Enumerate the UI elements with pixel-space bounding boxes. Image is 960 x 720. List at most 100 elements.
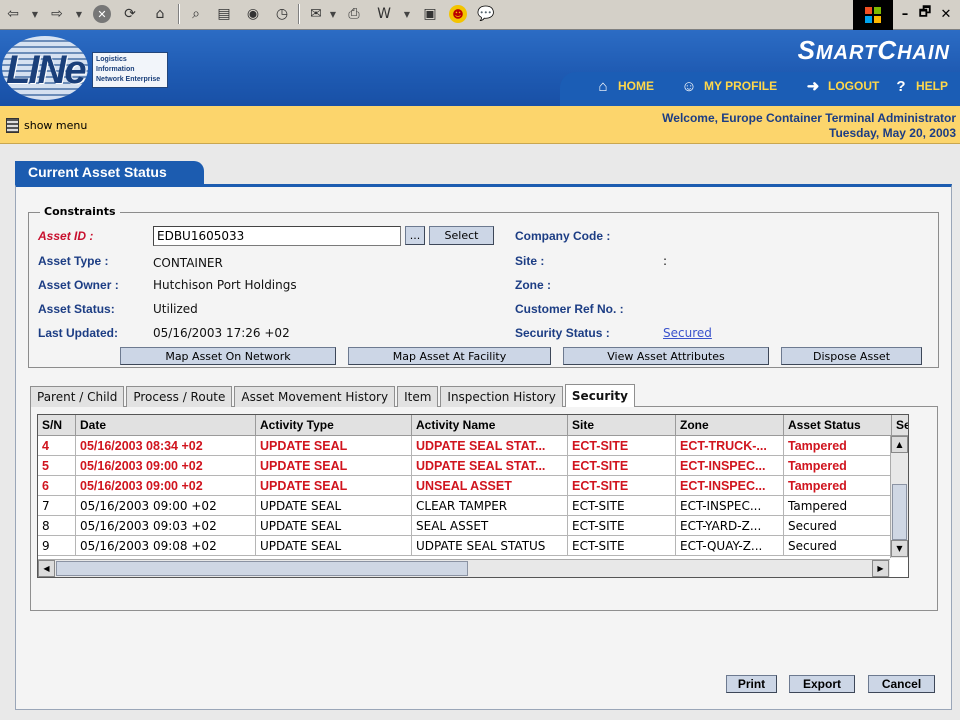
cell-activity-name: UDPATE SEAL STATUS <box>412 536 568 556</box>
logo-tagline: Logistics Information Network Enterprise <box>92 52 168 88</box>
asset-type-value: CONTAINER <box>153 256 223 270</box>
dispose-asset-button[interactable]: Dispose Asset <box>781 347 922 365</box>
restore-button[interactable]: 🗗 <box>915 4 935 24</box>
logout-icon: ➜ <box>806 78 820 95</box>
customer-ref-label: Customer Ref No. : <box>515 302 624 316</box>
horizontal-scrollbar[interactable]: ◀ ▶ <box>38 559 890 577</box>
column-header-site[interactable]: Site <box>568 415 676 436</box>
nav-logout[interactable]: ➜ LOGOUT <box>804 76 880 96</box>
asset-lookup-button[interactable]: ... <box>405 226 425 245</box>
horizontal-scroll-thumb[interactable] <box>56 561 468 576</box>
cell-sn: 9 <box>38 536 76 556</box>
nav-logout-label: LOGOUT <box>828 79 880 93</box>
table-row[interactable]: 6 05/16/2003 09:00 +02 UPDATE SEAL UNSEA… <box>38 476 892 496</box>
search-icon[interactable]: ⌕ <box>186 3 206 25</box>
cell-date: 05/16/2003 09:00 +02 <box>76 456 256 476</box>
print-button[interactable]: Print <box>726 675 777 693</box>
nav-help[interactable]: ? HELP <box>892 76 948 96</box>
select-button[interactable]: Select <box>429 226 494 245</box>
export-button[interactable]: Export <box>789 675 855 693</box>
column-header-zone[interactable]: Zone <box>676 415 784 436</box>
home-icon: ⌂ <box>598 77 608 95</box>
print-icon[interactable]: ⎙ <box>344 3 364 25</box>
refresh-icon[interactable]: ⟳ <box>120 3 140 25</box>
brand-hain: HAIN <box>897 42 950 64</box>
table-row[interactable]: 8 05/16/2003 09:03 +02 UPDATE SEAL SEAL … <box>38 516 892 536</box>
chat-bubble-icon[interactable]: 💬 <box>476 3 496 25</box>
media-icon[interactable]: ◉ <box>243 3 263 25</box>
column-header-asset-status[interactable]: Asset Status <box>784 415 892 436</box>
home-browser-icon[interactable]: ⌂ <box>150 3 170 25</box>
column-header-activity-name[interactable]: Activity Name <box>412 415 568 436</box>
edit-icon[interactable]: W <box>374 3 394 25</box>
map-asset-on-network-button[interactable]: Map Asset On Network <box>120 347 336 365</box>
tab-inspection-history[interactable]: Inspection History <box>440 386 563 407</box>
tab-asset-movement-history[interactable]: Asset Movement History <box>234 386 396 407</box>
view-asset-attributes-button[interactable]: View Asset Attributes <box>563 347 769 365</box>
windows-logo-icon <box>853 0 893 30</box>
column-header-activity-type[interactable]: Activity Type <box>256 415 412 436</box>
column-header-sn[interactable]: S/N <box>38 415 76 436</box>
tab-process-route[interactable]: Process / Route <box>126 386 233 407</box>
cell-site: ECT-SITE <box>568 436 676 456</box>
favorites-icon[interactable]: ▤ <box>214 3 234 25</box>
cell-date: 05/16/2003 09:00 +02 <box>76 496 256 516</box>
nav-my-profile[interactable]: ☺ MY PROFILE <box>680 76 777 96</box>
table-row[interactable]: 9 05/16/2003 09:08 +02 UPDATE SEAL UDPAT… <box>38 536 892 556</box>
mail-icon[interactable]: ✉ <box>306 3 326 25</box>
vertical-scroll-thumb[interactable] <box>892 484 907 540</box>
cell-sn: 4 <box>38 436 76 456</box>
tab-parent-child[interactable]: Parent / Child <box>30 386 125 407</box>
site-value: : <box>663 254 668 268</box>
stop-icon[interactable]: ✕ <box>92 3 112 25</box>
show-menu-link[interactable]: show menu <box>6 118 87 133</box>
forward-dropdown-icon[interactable]: ▼ <box>74 3 84 25</box>
site-label: Site : <box>515 254 545 268</box>
tab-item[interactable]: Item <box>397 386 439 407</box>
tab-security[interactable]: Security <box>564 384 635 407</box>
scroll-down-icon[interactable]: ▼ <box>891 540 908 557</box>
cell-zone: ECT-INSPEC... <box>676 476 784 496</box>
scroll-left-icon[interactable]: ◀ <box>38 560 55 577</box>
cancel-button[interactable]: Cancel <box>868 675 935 693</box>
scroll-right-icon[interactable]: ▶ <box>872 560 889 577</box>
close-button[interactable]: ✕ <box>936 4 956 24</box>
security-status-link[interactable]: Secured <box>663 326 712 340</box>
asset-id-input[interactable] <box>153 226 401 246</box>
cell-asset-status: Tampered <box>784 436 892 456</box>
line-logo[interactable]: LINe Logistics Information Network Enter… <box>0 34 190 100</box>
cell-date: 05/16/2003 09:03 +02 <box>76 516 256 536</box>
mail-dropdown-icon[interactable]: ▼ <box>328 3 338 25</box>
back-icon[interactable]: ⇦ <box>4 3 22 25</box>
history-icon[interactable]: ◷ <box>272 3 292 25</box>
logo-tagline-line1: Logistics Information <box>96 56 135 73</box>
nav-home[interactable]: ⌂ HOME <box>594 76 654 96</box>
brand-c: C <box>877 35 898 65</box>
column-header-se[interactable]: Se <box>892 415 908 436</box>
cell-site: ECT-SITE <box>568 456 676 476</box>
messenger-icon[interactable]: ☻ <box>448 3 468 25</box>
back-dropdown-icon[interactable]: ▼ <box>30 3 40 25</box>
scroll-up-icon[interactable]: ▲ <box>891 436 908 453</box>
show-menu-label: show menu <box>24 119 88 132</box>
zone-label: Zone : <box>515 278 551 292</box>
cell-zone: ECT-INSPEC... <box>676 496 784 516</box>
toolbar-separator <box>298 4 300 24</box>
cell-asset-status: Secured <box>784 536 892 556</box>
last-updated-value: 05/16/2003 17:26 +02 <box>153 326 290 340</box>
forward-icon[interactable]: ⇨ <box>48 3 66 25</box>
edit-dropdown-icon[interactable]: ▼ <box>402 3 412 25</box>
map-asset-at-facility-button[interactable]: Map Asset At Facility <box>348 347 551 365</box>
table-row[interactable]: 5 05/16/2003 09:00 +02 UPDATE SEAL UDPAT… <box>38 456 892 476</box>
minimize-button[interactable]: – <box>895 4 915 24</box>
table-row[interactable]: 4 05/16/2003 08:34 +02 UPDATE SEAL UDPAT… <box>38 436 892 456</box>
welcome-message: Welcome, Europe Container Terminal Admin… <box>662 111 956 141</box>
discuss-icon[interactable]: ▣ <box>420 3 440 25</box>
welcome-text: Welcome, Europe Container Terminal Admin… <box>662 111 956 125</box>
asset-status-value: Utilized <box>153 302 198 316</box>
cell-asset-status: Tampered <box>784 456 892 476</box>
column-header-date[interactable]: Date <box>76 415 256 436</box>
table-row[interactable]: 7 05/16/2003 09:00 +02 UPDATE SEAL CLEAR… <box>38 496 892 516</box>
vertical-scrollbar[interactable]: ▲ ▼ <box>890 436 908 558</box>
cell-zone: ECT-INSPEC... <box>676 456 784 476</box>
